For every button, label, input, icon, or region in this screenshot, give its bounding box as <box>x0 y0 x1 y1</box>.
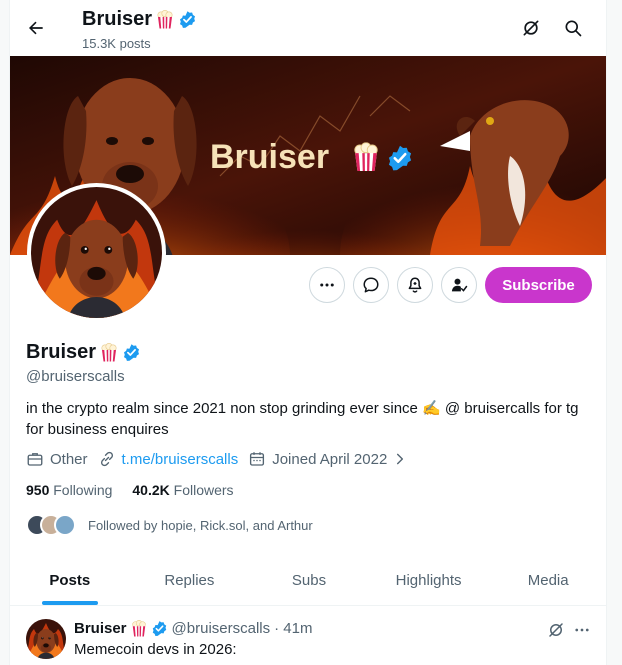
header-name: Bruiser <box>82 8 153 30</box>
tab-replies[interactable]: Replies <box>130 556 250 605</box>
top-bar: Bruiser 15.3K posts <box>10 0 606 56</box>
verified-badge-icon <box>178 10 197 29</box>
verified-badge-icon[interactable] <box>122 343 141 362</box>
profile-actions: Subscribe <box>10 267 606 303</box>
joined-label: Joined April 2022 <box>272 450 388 468</box>
profile-bio: in the crypto realm since 2021 non stop … <box>26 400 579 438</box>
grok-icon <box>549 623 563 637</box>
briefcase-icon <box>27 453 43 466</box>
tab-media[interactable]: Media <box>488 556 606 605</box>
verified-badge-icon <box>151 620 168 637</box>
tab-subs[interactable]: Subs <box>249 556 369 605</box>
post-avatar-image <box>26 619 66 659</box>
following-label: Following <box>53 482 113 498</box>
profile-name: Bruiser <box>26 341 141 364</box>
notify-button[interactable] <box>397 267 433 303</box>
popcorn-emoji-icon <box>156 10 174 29</box>
link-icon <box>100 451 113 467</box>
profile-link-url[interactable]: t.me/bruiserscalls <box>122 451 239 468</box>
header-title: Bruiser <box>82 8 197 31</box>
banner-title: Bruiser <box>210 138 329 176</box>
post-author-name[interactable]: Bruiser <box>74 620 127 637</box>
notification-bell-icon <box>408 277 422 293</box>
following-button[interactable] <box>441 267 477 303</box>
category-label: Other <box>50 450 88 468</box>
post-more-button[interactable] <box>571 619 593 641</box>
calendar-icon <box>250 452 265 466</box>
popcorn-emoji-icon <box>100 343 118 362</box>
post-author-handle[interactable]: @bruiserscalls <box>172 620 271 637</box>
popcorn-emoji-icon <box>131 620 147 637</box>
post-avatar[interactable] <box>26 619 66 659</box>
profile-meta: Other t.me/bruiserscalls Joined April 20… <box>26 450 417 468</box>
back-button[interactable] <box>22 14 50 42</box>
message-icon <box>363 277 379 293</box>
followers-count: 40.2K <box>132 482 170 498</box>
post-text: Memecoin devs in 2026: <box>74 641 237 658</box>
more-icon <box>575 628 589 632</box>
profile-handle: @bruiserscalls <box>26 368 125 385</box>
back-arrow-icon <box>29 21 43 35</box>
post-time[interactable]: · 41m <box>274 620 312 637</box>
followers-label: Followers <box>173 482 234 498</box>
tab-posts[interactable]: Posts <box>10 556 130 605</box>
grok-button[interactable] <box>519 16 543 40</box>
message-button[interactable] <box>353 267 389 303</box>
more-icon <box>320 283 334 287</box>
followed-by-text: Followed by hopie, Rick.sol, and Arthur <box>88 517 313 533</box>
grok-icon <box>523 20 539 36</box>
profile-page: Bruiser 15.3K posts Bruiser Subscribe Br… <box>9 0 607 665</box>
following-link[interactable]: 950 Following <box>26 482 112 498</box>
following-icon <box>451 278 468 292</box>
profile-name-text: Bruiser <box>26 341 97 363</box>
post-item[interactable]: Bruiser @bruiserscalls · 41m Memecoin de… <box>10 607 606 665</box>
profile-joined[interactable]: Joined April 2022 <box>248 450 407 468</box>
follower-avatar <box>54 514 76 536</box>
followed-by[interactable]: Followed by hopie, Rick.sol, and Arthur <box>26 513 313 537</box>
profile-link: t.me/bruiserscalls <box>98 450 239 468</box>
following-count: 950 <box>26 482 50 498</box>
posts-count: 15.3K posts <box>82 36 151 51</box>
followers-link[interactable]: 40.2K Followers <box>132 482 233 498</box>
banner-popcorn-icon <box>355 143 377 171</box>
subscribe-button[interactable]: Subscribe <box>485 267 592 303</box>
tab-highlights[interactable]: Highlights <box>369 556 489 605</box>
search-button[interactable] <box>561 16 585 40</box>
post-header: Bruiser @bruiserscalls · 41m <box>74 620 312 637</box>
follow-counts: 950 Following 40.2K Followers <box>26 482 234 498</box>
chevron-right-icon <box>397 453 404 465</box>
more-button[interactable] <box>309 267 345 303</box>
post-grok-button[interactable] <box>545 619 567 641</box>
profile-tabs: Posts Replies Subs Highlights Media <box>10 556 606 606</box>
profile-category: Other <box>26 450 88 468</box>
search-icon <box>565 20 582 37</box>
